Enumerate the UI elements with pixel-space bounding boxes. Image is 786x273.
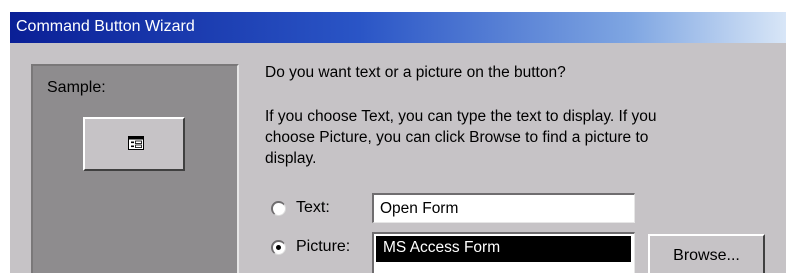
command-button-wizard-dialog: Command Button Wizard Sample: Do you wan…: [10, 12, 786, 273]
picture-list[interactable]: MS Access Form: [372, 232, 635, 273]
text-option-label[interactable]: Text:: [296, 199, 330, 217]
picture-option-radio[interactable]: [271, 240, 286, 255]
text-option-radio[interactable]: [271, 201, 286, 216]
instructions-line: choose Picture, you can click Browse to …: [265, 129, 649, 146]
instructions-text: If you choose Text, you can type the tex…: [265, 106, 765, 169]
sample-command-button: [83, 117, 185, 171]
question-text: Do you want text or a picture on the but…: [265, 64, 566, 81]
instructions-line: If you choose Text, you can type the tex…: [265, 108, 657, 125]
picture-list-item[interactable]: MS Access Form: [376, 236, 631, 262]
title-bar[interactable]: Command Button Wizard: [10, 12, 786, 43]
button-text-input[interactable]: Open Form: [372, 193, 635, 223]
sample-preview-panel: Sample:: [31, 64, 239, 273]
browse-button[interactable]: Browse...: [648, 234, 765, 273]
picture-option-label[interactable]: Picture:: [296, 238, 350, 256]
form-icon: [128, 136, 144, 155]
sample-label: Sample:: [47, 79, 106, 96]
instructions-line: display.: [265, 150, 317, 167]
window-title: Command Button Wizard: [16, 18, 195, 35]
